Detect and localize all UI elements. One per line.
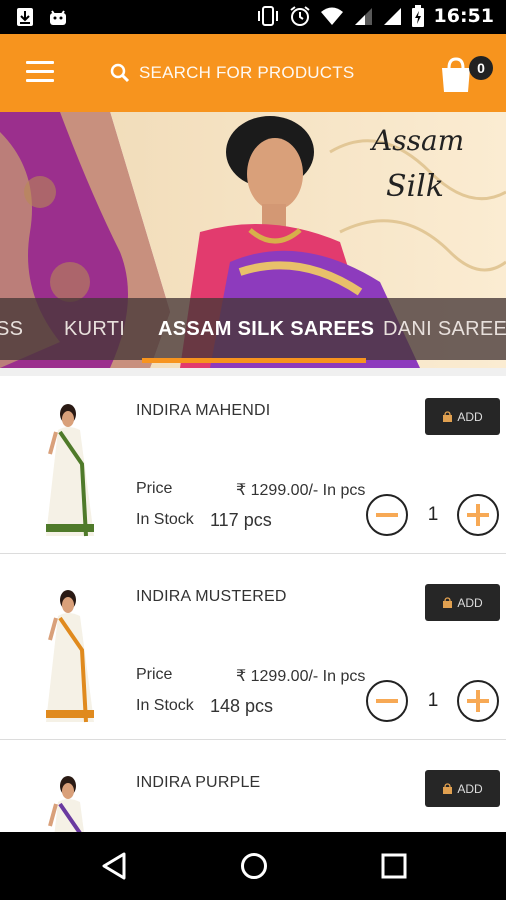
cart-button[interactable]: 0 [436, 52, 496, 96]
increase-quantity-button[interactable] [457, 494, 499, 536]
tab-category-kurti[interactable]: KURTI [64, 318, 125, 341]
vibrate-icon [257, 6, 278, 26]
price-label: Price [136, 666, 173, 683]
back-icon[interactable] [100, 851, 128, 881]
decrease-quantity-button[interactable] [366, 494, 408, 536]
product-image [46, 590, 94, 723]
stock-value: 117 pcs [210, 510, 272, 530]
wifi-icon [320, 7, 343, 25]
system-nav-bar [0, 832, 506, 900]
app-bar: SEARCH FOR PRODUCTS 0 [0, 34, 506, 112]
alarm-icon [289, 6, 310, 26]
stock-label: In Stock [136, 697, 194, 714]
search-placeholder: SEARCH FOR PRODUCTS [139, 63, 355, 82]
quantity-value: 1 [427, 690, 439, 711]
product-name: INDIRA PURPLE [136, 774, 261, 791]
add-to-cart-button[interactable]: ADD [425, 398, 500, 435]
product-card[interactable]: INDIRA MAHENDI ADD Price ₹ 1299.00/- In … [0, 376, 506, 554]
add-to-cart-button[interactable]: ADD [425, 584, 500, 621]
bag-icon [443, 597, 453, 608]
banner-title-line1: Assam [369, 124, 464, 157]
price-label: Price [136, 480, 173, 497]
promo-banner[interactable]: Assam Silk SS KURTI ASSAM SILK SAREES DA… [0, 112, 506, 368]
add-button-label: ADD [457, 409, 483, 424]
android-icon [50, 10, 66, 25]
add-button-label: ADD [457, 595, 483, 610]
price-value: ₹ 1299.00/- In pcs [236, 482, 366, 499]
bag-icon [443, 783, 453, 794]
quantity-value: 1 [427, 504, 439, 525]
increase-quantity-button[interactable] [457, 680, 499, 722]
active-tab-indicator [142, 358, 366, 363]
category-tabs[interactable]: SS KURTI ASSAM SILK SAREES DANI SAREES [0, 298, 506, 360]
product-name: INDIRA MAHENDI [136, 402, 271, 419]
download-icon [17, 8, 33, 26]
product-card[interactable]: INDIRA MUSTERED ADD Price ₹ 1299.00/- In… [0, 562, 506, 740]
stock-label: In Stock [136, 511, 194, 528]
hamburger-menu-icon[interactable] [26, 61, 54, 85]
battery-icon [411, 5, 424, 27]
home-icon[interactable] [240, 852, 268, 880]
add-to-cart-button[interactable]: ADD [425, 770, 500, 807]
cart-count-badge: 0 [469, 56, 493, 80]
status-bar: 16:51 [0, 0, 506, 34]
decrease-quantity-button[interactable] [366, 680, 408, 722]
price-value: ₹ 1299.00/- In pcs [236, 668, 366, 685]
signal-icon [354, 8, 372, 25]
tab-category-ss[interactable]: SS [0, 318, 23, 341]
product-name: INDIRA MUSTERED [136, 588, 287, 605]
add-button-label: ADD [457, 781, 483, 796]
search-bar[interactable]: SEARCH FOR PRODUCTS [110, 58, 354, 88]
stock-value: 148 pcs [210, 696, 274, 716]
product-image [48, 776, 84, 832]
product-card[interactable]: INDIRA PURPLE ADD [0, 748, 506, 832]
status-time: 16:51 [433, 5, 494, 27]
divider [0, 368, 506, 376]
recent-apps-icon[interactable] [381, 853, 407, 879]
product-image [46, 404, 94, 537]
tab-category-assam-silk-sarees[interactable]: ASSAM SILK SAREES [158, 318, 374, 341]
signal-icon [383, 8, 401, 25]
banner-title-line2: Silk [386, 169, 444, 204]
search-icon [110, 63, 130, 83]
bag-icon [443, 411, 453, 422]
tab-category-dani-sarees[interactable]: DANI SAREES [383, 318, 506, 341]
